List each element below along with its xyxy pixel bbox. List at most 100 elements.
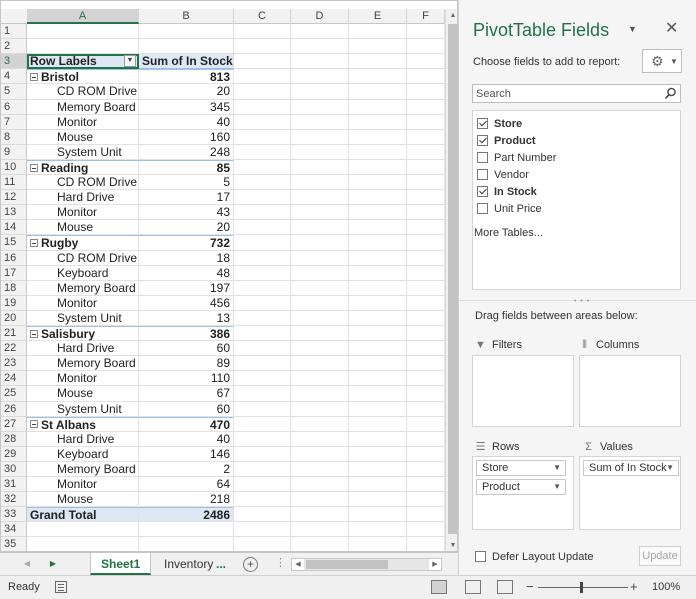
spreadsheet-grid[interactable]: A B C D E F 1 2 3 Row Labels ▼ Sum of In Stoc… bbox=[0, 0, 458, 552]
pivot-item-value[interactable]: 456 bbox=[139, 295, 234, 311]
empty-cell[interactable] bbox=[349, 220, 407, 236]
rows-drop-area[interactable]: Store ▼ Product ▼ bbox=[472, 456, 574, 530]
pivot-item-label[interactable]: CD ROM Drive bbox=[27, 175, 139, 191]
empty-cell[interactable] bbox=[234, 205, 291, 221]
scroll-up-icon[interactable]: ▲ bbox=[446, 9, 457, 23]
field-in-stock[interactable]: In Stock bbox=[477, 184, 537, 201]
row-header[interactable]: 35 bbox=[1, 537, 27, 551]
tab-scroll-left-icon[interactable]: ◀ bbox=[20, 557, 34, 571]
empty-cell[interactable] bbox=[291, 205, 349, 221]
empty-cell[interactable] bbox=[234, 341, 291, 357]
empty-cell[interactable] bbox=[291, 431, 349, 447]
empty-cell[interactable] bbox=[349, 446, 407, 462]
empty-cell[interactable] bbox=[349, 386, 407, 402]
collapse-icon[interactable] bbox=[30, 329, 38, 338]
pivot-item-label[interactable]: Keyboard bbox=[27, 446, 139, 462]
empty-cell[interactable] bbox=[291, 461, 349, 478]
empty-cell[interactable] bbox=[349, 39, 407, 55]
empty-cell[interactable] bbox=[349, 341, 407, 357]
empty-cell[interactable] bbox=[234, 24, 291, 40]
pivot-item-value[interactable]: 89 bbox=[139, 356, 234, 372]
column-header-c[interactable]: C bbox=[234, 9, 291, 24]
zoom-slider-thumb[interactable] bbox=[580, 582, 583, 593]
row-header[interactable]: 25 bbox=[1, 386, 27, 402]
empty-cell[interactable] bbox=[291, 295, 349, 311]
zoom-in-button[interactable]: + bbox=[630, 579, 638, 594]
checkbox-vendor[interactable] bbox=[477, 168, 488, 180]
empty-cell[interactable] bbox=[407, 507, 445, 523]
empty-cell[interactable] bbox=[234, 492, 291, 508]
empty-cell[interactable] bbox=[291, 356, 349, 372]
pivot-row-labels-header[interactable]: Row Labels ▼ bbox=[27, 54, 139, 70]
pivot-item-label[interactable]: Hard Drive bbox=[27, 341, 139, 357]
row-header[interactable]: 12 bbox=[1, 190, 27, 206]
empty-cell[interactable] bbox=[291, 114, 349, 130]
empty-cell[interactable] bbox=[349, 537, 407, 551]
zoom-out-button[interactable]: − bbox=[526, 579, 534, 594]
empty-cell[interactable] bbox=[407, 175, 445, 191]
empty-cell[interactable] bbox=[407, 371, 445, 387]
empty-cell[interactable] bbox=[349, 326, 407, 342]
empty-cell[interactable] bbox=[291, 401, 349, 417]
empty-cell[interactable] bbox=[407, 220, 445, 236]
empty-cell[interactable] bbox=[407, 114, 445, 130]
pivot-item-label[interactable]: Memory Board bbox=[27, 461, 139, 478]
empty-cell[interactable] bbox=[291, 54, 349, 70]
pivot-item-value[interactable]: 20 bbox=[139, 84, 234, 100]
empty-cell[interactable] bbox=[291, 446, 349, 462]
empty-cell[interactable] bbox=[407, 386, 445, 402]
pivot-item-label[interactable]: Mouse bbox=[27, 129, 139, 145]
row-header[interactable]: 4 bbox=[1, 69, 27, 85]
empty-cell[interactable] bbox=[291, 477, 349, 493]
empty-cell[interactable] bbox=[407, 205, 445, 221]
empty-cell[interactable] bbox=[234, 99, 291, 115]
row-header[interactable]: 2 bbox=[1, 39, 27, 55]
empty-cell[interactable] bbox=[349, 250, 407, 266]
row-header[interactable]: 18 bbox=[1, 280, 27, 296]
normal-view-icon[interactable] bbox=[431, 580, 447, 594]
checkbox-store[interactable] bbox=[477, 117, 488, 129]
empty-cell[interactable] bbox=[407, 129, 445, 145]
checkbox-in-stock[interactable] bbox=[477, 185, 488, 197]
empty-cell[interactable] bbox=[407, 461, 445, 478]
tab-scroll-right-icon[interactable]: ▶ bbox=[46, 557, 60, 571]
empty-cell[interactable] bbox=[291, 371, 349, 387]
add-sheet-icon[interactable]: + bbox=[243, 557, 258, 572]
row-header[interactable]: 26 bbox=[1, 401, 27, 417]
grand-total-value[interactable]: 2486 bbox=[139, 507, 234, 523]
defer-layout-checkbox[interactable] bbox=[475, 550, 486, 562]
rows-chip-store[interactable]: Store ▼ bbox=[476, 460, 566, 476]
collapse-icon[interactable] bbox=[30, 420, 38, 429]
row-header[interactable]: 22 bbox=[1, 341, 27, 357]
row-header[interactable]: 31 bbox=[1, 477, 27, 493]
more-tables-link[interactable]: More Tables... bbox=[474, 227, 543, 239]
empty-cell[interactable] bbox=[349, 416, 407, 432]
row-header[interactable]: 24 bbox=[1, 371, 27, 387]
pivot-item-value[interactable]: 43 bbox=[139, 205, 234, 221]
empty-cell[interactable] bbox=[291, 220, 349, 236]
empty-cell[interactable] bbox=[234, 39, 291, 55]
empty-cell[interactable] bbox=[349, 280, 407, 296]
empty-cell[interactable] bbox=[234, 235, 291, 251]
empty-cell[interactable] bbox=[349, 356, 407, 372]
empty-cell[interactable] bbox=[407, 295, 445, 311]
row-header[interactable]: 20 bbox=[1, 310, 27, 327]
empty-cell[interactable] bbox=[407, 401, 445, 417]
checkbox-unit-price[interactable] bbox=[477, 202, 488, 214]
empty-cell[interactable] bbox=[349, 522, 407, 538]
empty-cell[interactable] bbox=[349, 401, 407, 417]
empty-cell[interactable] bbox=[407, 235, 445, 251]
tab-splitter-icon[interactable]: ⋮ bbox=[275, 556, 286, 569]
empty-cell[interactable] bbox=[407, 537, 445, 551]
empty-cell[interactable] bbox=[349, 114, 407, 130]
empty-cell[interactable] bbox=[291, 326, 349, 342]
pivot-item-value[interactable]: 110 bbox=[139, 371, 234, 387]
empty-cell[interactable] bbox=[349, 24, 407, 40]
pivot-item-value[interactable]: 146 bbox=[139, 446, 234, 462]
pivot-item-label[interactable]: Monitor bbox=[27, 205, 139, 221]
pivot-item-label[interactable]: Memory Board bbox=[27, 356, 139, 372]
horizontal-scrollbar[interactable]: ◀ ▶ bbox=[291, 558, 442, 571]
empty-cell[interactable] bbox=[291, 522, 349, 538]
empty-cell[interactable] bbox=[407, 522, 445, 538]
empty-cell[interactable] bbox=[234, 220, 291, 236]
